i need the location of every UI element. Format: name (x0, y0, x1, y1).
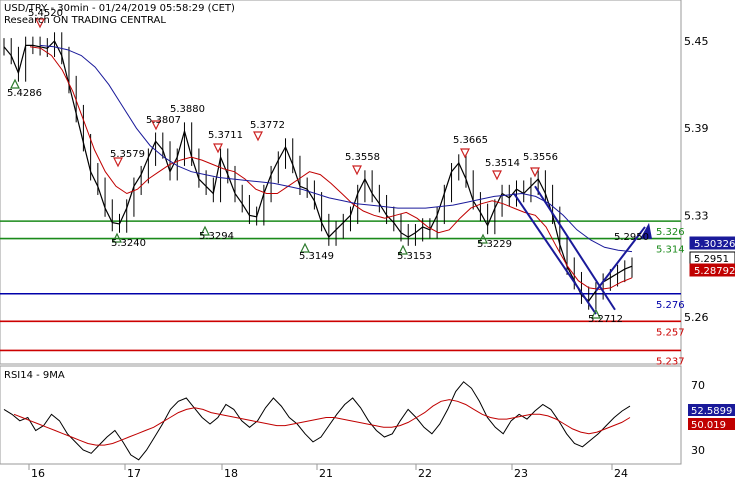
rsi-tick-label: 70 (691, 379, 705, 392)
annotation-label: 5.3807 (146, 115, 181, 126)
annotation-label: 5.3558 (345, 152, 380, 163)
y-tick-label: 5.45 (684, 35, 709, 48)
chart-subtitle: Research ON TRADING CENTRAL (4, 15, 166, 26)
price-tag-label: 5.2951 (694, 254, 729, 265)
chart-title: USD/TRY - 30min - 01/24/2019 05:58:29 (C… (4, 3, 235, 14)
price-tag-label: 5.30326 (694, 239, 735, 250)
y-tick-label: 5.39 (684, 122, 709, 135)
x-tick-label: 16 (31, 467, 45, 480)
annotation-label: 5.3711 (208, 130, 243, 141)
annotation-label: 5.2950 (614, 232, 649, 243)
y-tick-label: 5.26 (684, 311, 709, 324)
level-label: 5.237 (656, 356, 685, 367)
y-tick-label: 5.33 (684, 209, 709, 222)
level-label: 5.276 (656, 300, 685, 311)
annotation-label: 5.4286 (7, 88, 42, 99)
x-tick-label: 22 (418, 467, 432, 480)
x-tick-label: 21 (319, 467, 333, 480)
rsi-panel-frame (0, 365, 682, 465)
annotation-label: 5.3665 (453, 135, 488, 146)
annotation-label: 5.3229 (477, 239, 512, 250)
level-label: 5.257 (656, 327, 685, 338)
annotation-label: 5.2712 (588, 314, 623, 325)
annotation-label: 5.3880 (170, 104, 205, 115)
rsi-tick-label: 30 (691, 444, 705, 457)
price-chart: 5.3265.3145.2765.2575.237 5.45205.42865.… (0, 0, 735, 480)
annotation-label: 5.3514 (485, 158, 520, 169)
level-label: 5.314 (656, 245, 685, 256)
price-tags: 5.30326 5.29515.28792 52.5899 50.019 (688, 236, 735, 431)
annotation-label: 5.3772 (250, 120, 285, 131)
annotation-label: 5.3240 (111, 238, 146, 249)
annotation-label: 5.3294 (199, 231, 234, 242)
price-tag-label: 5.28792 (694, 266, 735, 277)
x-tick-label: 18 (224, 467, 238, 480)
annotation-label: 5.3149 (299, 251, 334, 262)
x-tick-label: 17 (127, 467, 141, 480)
level-label: 5.326 (656, 227, 685, 238)
x-tick-label: 24 (614, 467, 628, 480)
rsi-tag-label: 50.019 (691, 420, 726, 431)
annotation-label: 5.3556 (523, 152, 558, 163)
annotation-label: 5.3579 (110, 149, 145, 160)
rsi-panel-title: RSI14 - 9MA (4, 370, 65, 381)
rsi-tag-label: 52.5899 (691, 406, 732, 417)
chart-stage: 5.326 5.314 5.276 5.257 5.237 5.4520 5.4286 5.… (0, 0, 735, 480)
x-tick-label: 23 (514, 467, 528, 480)
price-panel-frame (0, 0, 682, 365)
annotation-label: 5.3153 (397, 251, 432, 262)
